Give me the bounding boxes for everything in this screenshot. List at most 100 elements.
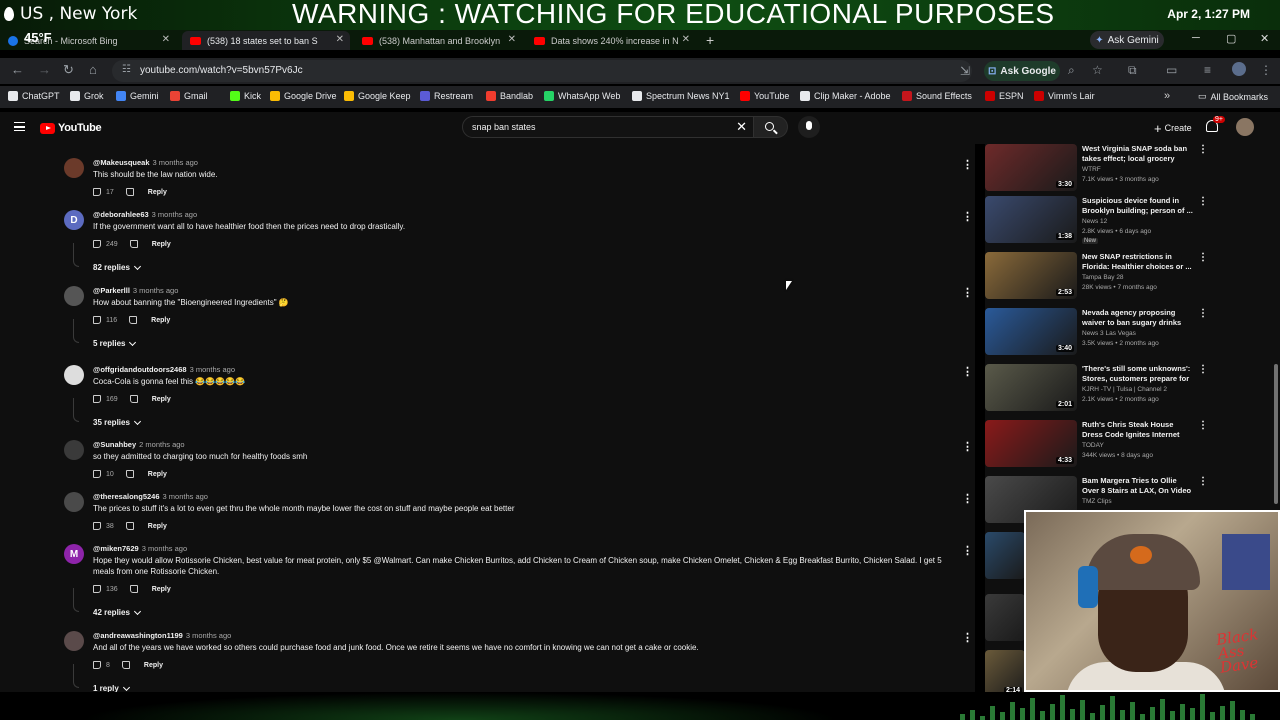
dislike-thumb-icon[interactable] <box>125 188 134 196</box>
comment-username[interactable]: @Makeusqueak <box>93 158 150 167</box>
like-thumb-icon[interactable] <box>93 240 101 248</box>
video-thumbnail[interactable]: 2:53 <box>985 252 1077 299</box>
bookmark-item[interactable]: Sound Effects <box>902 91 972 101</box>
maximize-icon[interactable]: ▢ <box>1226 32 1236 45</box>
dislike-thumb-icon[interactable] <box>129 395 138 403</box>
video-title[interactable]: West Virginia SNAP soda ban takes effect… <box>1082 144 1194 164</box>
comment-menu-kebab-icon[interactable]: ⋮ <box>962 365 973 378</box>
reply-button[interactable]: Reply <box>148 189 167 196</box>
bookmark-item[interactable]: Grok <box>70 91 104 101</box>
reply-button[interactable]: Reply <box>152 396 171 403</box>
install-app-icon[interactable]: ⇲ <box>960 64 970 78</box>
comment-timestamp[interactable]: 3 months ago <box>190 365 235 374</box>
video-channel[interactable]: WTRF <box>1082 166 1101 173</box>
view-replies-button[interactable]: 5 replies <box>93 338 137 348</box>
forward-arrow-icon[interactable]: → <box>38 62 51 77</box>
close-tab-icon[interactable]: ✕ <box>508 34 516 45</box>
video-channel[interactable]: KJRH -TV | Tulsa | Channel 2 <box>1082 386 1167 393</box>
video-title[interactable]: Nevada agency proposing waiver to ban su… <box>1082 308 1194 328</box>
view-replies-button[interactable]: 35 replies <box>93 417 141 427</box>
ask-gemini-button[interactable]: ✦ Ask Gemini <box>1090 31 1164 49</box>
comment-menu-kebab-icon[interactable]: ⋮ <box>962 286 973 299</box>
bookmark-item[interactable]: Google Keep <box>344 91 411 101</box>
close-tab-icon[interactable]: ✕ <box>336 34 344 45</box>
commenter-avatar[interactable] <box>64 631 84 651</box>
video-thumbnail[interactable]: 2:14 <box>985 650 1025 697</box>
extensions-icon[interactable]: ⧉ <box>1128 63 1137 78</box>
bookmark-item[interactable]: YouTube <box>740 91 789 101</box>
reply-button[interactable]: Reply <box>152 586 171 593</box>
comment-username[interactable]: @offgridandoutdoors2468 <box>93 365 187 374</box>
comment-timestamp[interactable]: 3 months ago <box>186 631 231 640</box>
like-thumb-icon[interactable] <box>93 188 101 196</box>
new-tab-button[interactable]: + <box>706 32 714 48</box>
video-thumbnail[interactable] <box>985 532 1025 579</box>
bookmark-item[interactable]: Bandlab <box>486 91 533 101</box>
video-channel[interactable]: TODAY <box>1082 442 1104 449</box>
back-arrow-icon[interactable]: ← <box>11 62 24 77</box>
bookmark-item[interactable]: ESPN <box>985 91 1024 101</box>
dislike-thumb-icon[interactable] <box>125 522 134 530</box>
video-title[interactable]: 'There's still some unknowns': Stores, c… <box>1082 364 1194 384</box>
search-query-text[interactable]: snap ban states <box>472 122 536 132</box>
comment-username[interactable]: @deborahlee63 <box>93 210 149 219</box>
video-title[interactable]: New SNAP restrictions in Florida: Health… <box>1082 252 1194 272</box>
video-channel[interactable]: Tampa Bay 28 <box>1082 274 1124 281</box>
video-menu-kebab-icon[interactable]: ⋮ <box>1198 252 1208 263</box>
omnibox[interactable]: ☷ youtube.com/watch?v=5bvn57Pv6Jc ⇲ <box>112 60 972 82</box>
commenter-avatar[interactable] <box>64 492 84 512</box>
like-thumb-icon[interactable] <box>93 395 101 403</box>
video-menu-kebab-icon[interactable]: ⋮ <box>1198 144 1208 155</box>
tab-youtube-active[interactable]: (538) 18 states set to ban S ✕ <box>182 31 350 50</box>
comment-timestamp[interactable]: 3 months ago <box>163 492 208 501</box>
dislike-thumb-icon[interactable] <box>125 470 134 478</box>
reply-button[interactable]: Reply <box>144 662 163 669</box>
video-thumbnail[interactable]: 4:33 <box>985 420 1077 467</box>
related-video-item[interactable]: 3:30 West Virginia SNAP soda ban takes ef… <box>985 144 1270 196</box>
video-thumbnail[interactable] <box>985 594 1025 641</box>
comment-timestamp[interactable]: 2 months ago <box>139 440 184 449</box>
comment-username[interactable]: @andreawashington1199 <box>93 631 183 640</box>
site-info-icon[interactable]: ☷ <box>122 64 131 75</box>
zoom-icon[interactable]: ⌕ <box>1068 63 1075 78</box>
hamburger-menu-icon[interactable] <box>14 122 25 131</box>
reply-button[interactable]: Reply <box>151 317 170 324</box>
video-title[interactable]: Ruth's Chris Steak House Dress Code Igni… <box>1082 420 1194 440</box>
account-avatar[interactable] <box>1236 118 1254 136</box>
search-input[interactable]: snap ban states ✕ <box>462 116 754 138</box>
related-video-item[interactable]: 3:40 Nevada agency proposing waiver to ba… <box>985 308 1270 360</box>
media-icon[interactable]: ≡ <box>1204 63 1211 77</box>
comment-menu-kebab-icon[interactable]: ⋮ <box>962 158 973 171</box>
video-thumbnail[interactable]: 3:40 <box>985 308 1077 355</box>
comment-menu-kebab-icon[interactable]: ⋮ <box>962 210 973 223</box>
commenter-avatar[interactable] <box>64 440 84 460</box>
browser-profile-avatar[interactable] <box>1232 62 1246 76</box>
comment-username[interactable]: @miken7629 <box>93 544 139 553</box>
minimize-icon[interactable]: ─ <box>1192 32 1200 44</box>
video-thumbnail[interactable]: 2:01 <box>985 364 1077 411</box>
voice-search-mic-icon[interactable] <box>798 116 820 138</box>
related-video-item[interactable]: 2:01 'There's still some unknowns': Store… <box>985 364 1270 416</box>
comment-timestamp[interactable]: 3 months ago <box>152 210 197 219</box>
video-channel[interactable]: News 3 Las Vegas <box>1082 330 1136 337</box>
commenter-avatar[interactable] <box>64 286 84 306</box>
youtube-logo[interactable]: YouTube <box>40 122 102 134</box>
video-menu-kebab-icon[interactable]: ⋮ <box>1198 364 1208 375</box>
dislike-thumb-icon[interactable] <box>129 585 138 593</box>
clear-search-icon[interactable]: ✕ <box>736 119 747 135</box>
bookmark-item[interactable]: WhatsApp Web <box>544 91 620 101</box>
commenter-avatar[interactable]: M <box>64 544 84 564</box>
video-menu-kebab-icon[interactable]: ⋮ <box>1198 308 1208 319</box>
close-tab-icon[interactable]: ✕ <box>682 34 690 45</box>
comment-timestamp[interactable]: 3 months ago <box>153 158 198 167</box>
bookmark-item[interactable]: Gemini <box>116 91 159 101</box>
bookmark-item[interactable]: ChatGPT <box>8 91 60 101</box>
like-thumb-icon[interactable] <box>93 522 101 530</box>
video-menu-kebab-icon[interactable]: ⋮ <box>1198 476 1208 487</box>
tab-youtube-3[interactable]: Data shows 240% increase in N ✕ <box>526 31 696 50</box>
video-menu-kebab-icon[interactable]: ⋮ <box>1198 420 1208 431</box>
more-bookmarks-icon[interactable]: » <box>1164 90 1170 102</box>
view-replies-button[interactable]: 82 replies <box>93 262 141 272</box>
dislike-thumb-icon[interactable] <box>121 661 130 669</box>
tab-youtube-2[interactable]: (538) Manhattan and Brooklyn ✕ <box>354 31 522 50</box>
